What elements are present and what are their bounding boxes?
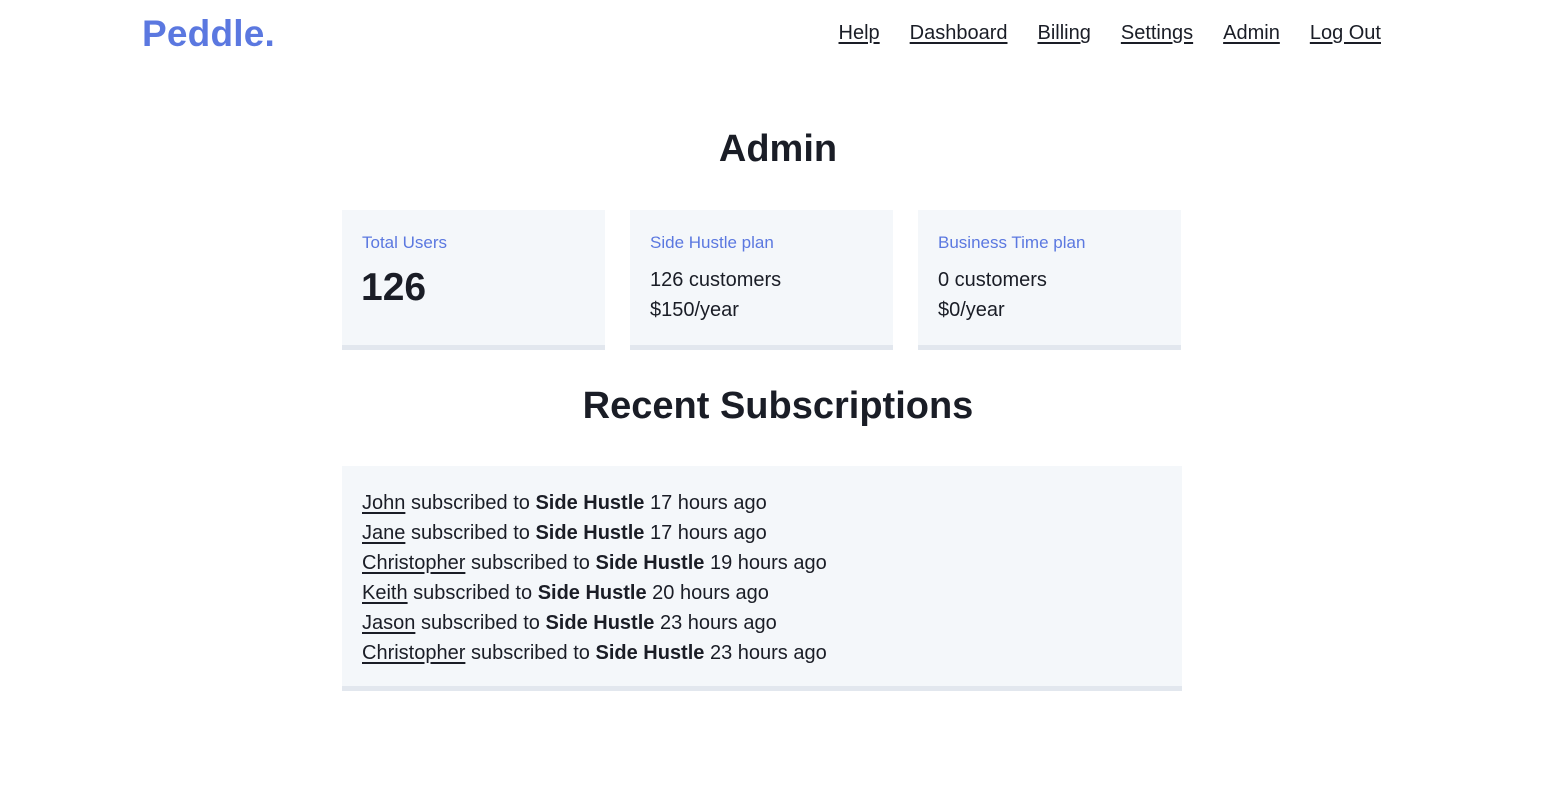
plan-name: Side Hustle — [595, 642, 705, 664]
main-nav: Help Dashboard Billing Settings Admin Lo… — [839, 22, 1381, 45]
nav-admin-link[interactable]: Admin — [1223, 22, 1280, 45]
user-link[interactable]: Christopher — [362, 642, 465, 664]
user-link[interactable]: John — [362, 492, 405, 514]
site-header: Peddle. Help Dashboard Billing Settings … — [0, 0, 1556, 70]
time-ago: 17 hours ago — [649, 522, 767, 544]
plan-name: Side Hustle — [545, 612, 655, 634]
time-ago: 20 hours ago — [652, 582, 769, 604]
user-link[interactable]: Jason — [362, 612, 415, 634]
list-item: Keith subscribed to Side Hustle 20 hours… — [362, 578, 827, 608]
connector-text: subscribed to — [410, 522, 530, 544]
nav-dashboard-link[interactable]: Dashboard — [910, 22, 1008, 45]
time-ago: 17 hours ago — [649, 492, 767, 514]
nav-logout-link[interactable]: Log Out — [1310, 22, 1381, 45]
connector-text: subscribed to — [410, 492, 530, 514]
user-link[interactable]: Jane — [362, 522, 405, 544]
stat-customers: 0 customers — [938, 269, 1047, 291]
list-item: John subscribed to Side Hustle 17 hours … — [362, 488, 827, 518]
user-link[interactable]: Keith — [362, 582, 408, 604]
recent-subscriptions-panel: John subscribed to Side Hustle 17 hours … — [342, 466, 1182, 691]
plan-name: Side Hustle — [535, 492, 645, 514]
nav-help-link[interactable]: Help — [839, 22, 880, 45]
stat-revenue: $150/year — [650, 299, 739, 321]
list-item: Christopher subscribed to Side Hustle 19… — [362, 548, 827, 578]
plan-name: Side Hustle — [537, 582, 647, 604]
nav-settings-link[interactable]: Settings — [1121, 22, 1193, 45]
stat-label: Side Hustle plan — [650, 233, 774, 252]
list-item: Christopher subscribed to Side Hustle 23… — [362, 638, 827, 668]
connector-text: subscribed to — [470, 642, 590, 664]
stat-customers: 126 customers — [650, 269, 782, 291]
time-ago: 19 hours ago — [709, 552, 827, 574]
page-title: Admin — [718, 128, 838, 170]
connector-text: subscribed to — [470, 552, 590, 574]
list-item: Jane subscribed to Side Hustle 17 hours … — [362, 518, 827, 548]
stat-card-total-users: Total Users 126 — [342, 210, 605, 350]
stats-row: Total Users 126 Side Hustle plan 126 cus… — [342, 210, 1181, 350]
plan-name: Side Hustle — [595, 552, 705, 574]
plan-name: Side Hustle — [535, 522, 645, 544]
stat-revenue: $0/year — [938, 299, 1005, 321]
list-item: Jason subscribed to Side Hustle 23 hours… — [362, 608, 827, 638]
nav-billing-link[interactable]: Billing — [1038, 22, 1091, 45]
stat-label: Business Time plan — [938, 233, 1086, 252]
subscriptions-list: John subscribed to Side Hustle 17 hours … — [362, 488, 827, 668]
stat-card-business-time: Business Time plan 0 customers $0/year — [918, 210, 1181, 350]
recent-subscriptions-title: Recent Subscriptions — [582, 385, 974, 427]
time-ago: 23 hours ago — [659, 612, 777, 634]
stat-label: Total Users — [362, 233, 448, 252]
time-ago: 23 hours ago — [709, 642, 827, 664]
stat-card-side-hustle: Side Hustle plan 126 customers $150/year — [630, 210, 893, 350]
logo[interactable]: Peddle. — [142, 13, 275, 55]
user-link[interactable]: Christopher — [362, 552, 465, 574]
connector-text: subscribed to — [413, 582, 533, 604]
connector-text: subscribed to — [420, 612, 540, 634]
stat-value: 126 — [361, 266, 427, 309]
